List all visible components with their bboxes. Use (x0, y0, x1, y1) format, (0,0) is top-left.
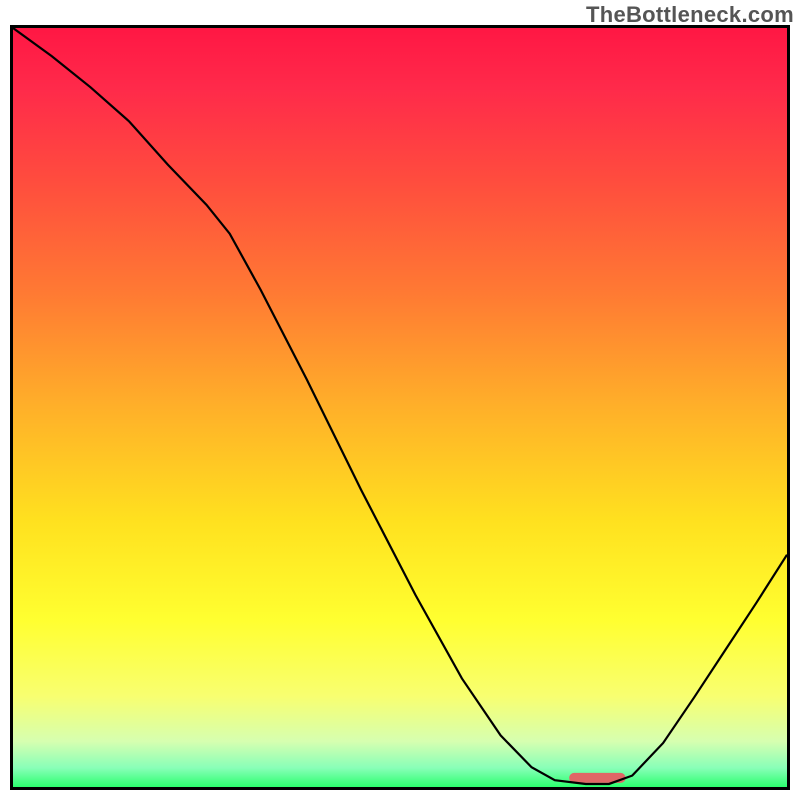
plot-svg (13, 28, 787, 787)
gradient-background (13, 28, 787, 787)
chart-container: TheBottleneck.com (0, 0, 800, 800)
plot-area (10, 25, 790, 790)
watermark-text: TheBottleneck.com (586, 2, 794, 28)
